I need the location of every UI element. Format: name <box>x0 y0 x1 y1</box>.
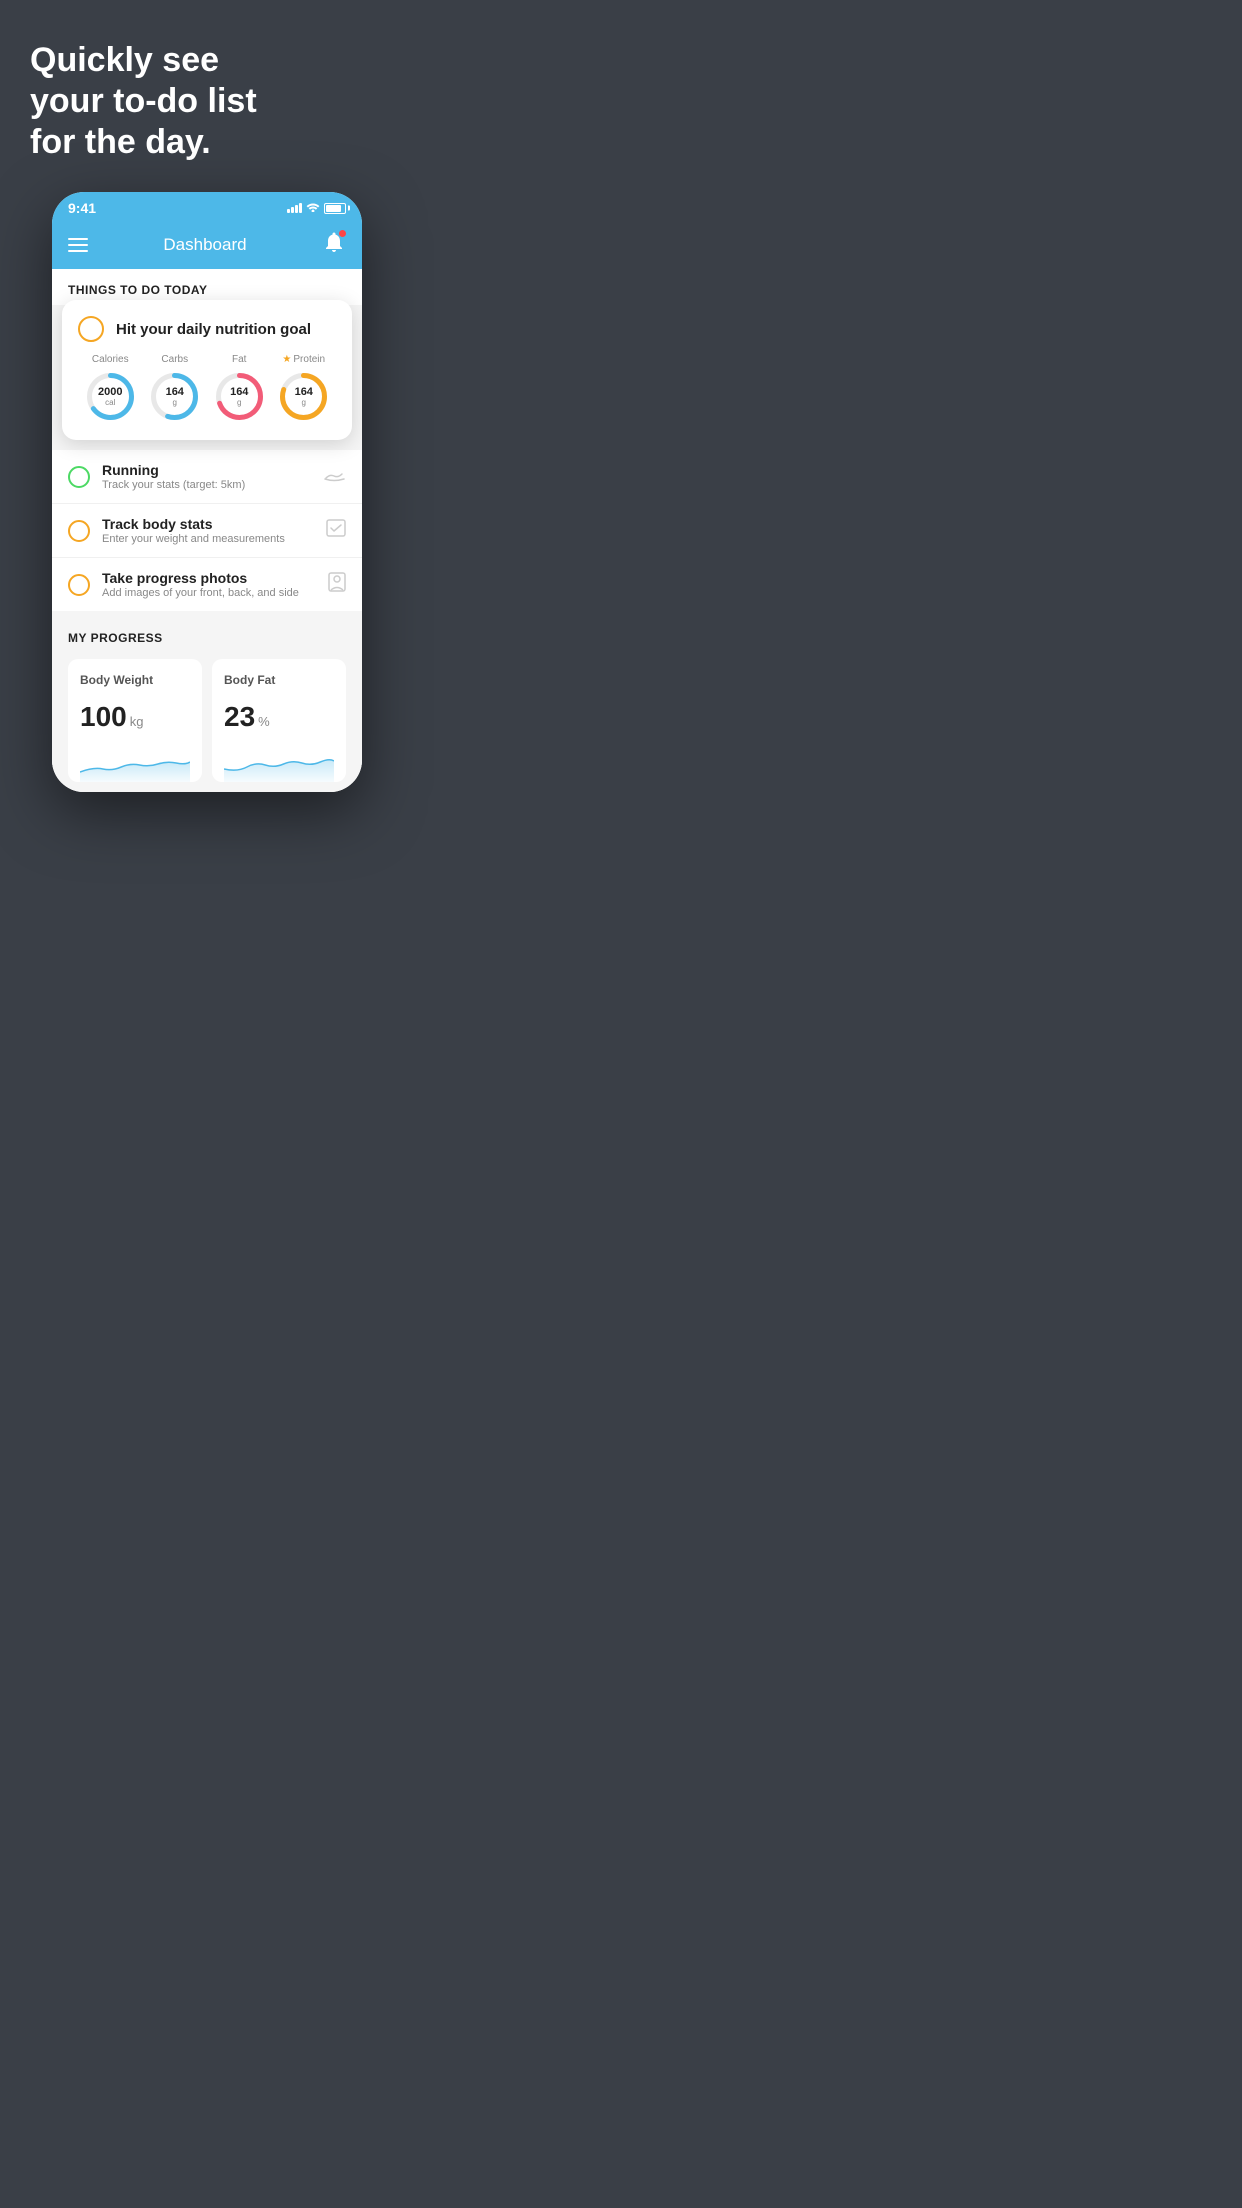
app-content: THINGS TO DO TODAY Hit your daily nutrit… <box>52 269 362 792</box>
body-weight-value: 100 <box>80 701 127 733</box>
fat-value: 164 <box>230 387 248 398</box>
nutrition-check-circle <box>78 316 104 342</box>
calories-unit: cal <box>98 398 122 407</box>
person-icon <box>328 572 346 597</box>
fat-unit: g <box>230 398 248 407</box>
body-stats-text: Track body stats Enter your weight and m… <box>102 516 326 545</box>
list-item-photos[interactable]: Take progress photos Add images of your … <box>52 558 362 611</box>
carbs-label: Carbs <box>161 354 188 365</box>
running-title: Running <box>102 462 324 478</box>
photos-check <box>68 574 90 596</box>
calories-label: Calories <box>92 354 129 365</box>
list-item-running[interactable]: Running Track your stats (target: 5km) <box>52 450 362 504</box>
status-bar: 9:41 <box>52 192 362 220</box>
battery-icon <box>324 203 346 214</box>
progress-cards: Body Weight 100 kg <box>68 659 346 782</box>
body-weight-unit: kg <box>130 714 144 729</box>
running-check <box>68 466 90 488</box>
protein-label: ★ Protein <box>282 354 325 365</box>
body-fat-value: 23 <box>224 701 255 733</box>
bell-icon[interactable] <box>322 230 346 259</box>
phone-frame: 9:41 <box>52 192 362 792</box>
body-fat-card[interactable]: Body Fat 23 % <box>212 659 346 782</box>
progress-title: MY PROGRESS <box>68 631 346 645</box>
wifi-icon <box>306 201 320 215</box>
body-weight-card[interactable]: Body Weight 100 kg <box>68 659 202 782</box>
carbs-unit: g <box>166 398 184 407</box>
status-time: 9:41 <box>68 200 96 216</box>
carbs-value: 164 <box>166 387 184 398</box>
things-to-do-title: THINGS TO DO TODAY <box>68 283 346 297</box>
todo-list: Running Track your stats (target: 5km) T… <box>52 450 362 611</box>
body-fat-chart <box>224 747 334 782</box>
body-stats-check <box>68 520 90 542</box>
carbs-donut: 164 g <box>147 369 202 424</box>
nutrition-protein: ★ Protein 164 g <box>276 354 331 424</box>
card-header-row: Hit your daily nutrition goal <box>78 316 336 342</box>
calories-value: 2000 <box>98 387 122 398</box>
signal-icon <box>287 203 302 213</box>
progress-section: MY PROGRESS Body Weight 100 kg <box>52 611 362 792</box>
list-item-body-stats[interactable]: Track body stats Enter your weight and m… <box>52 504 362 558</box>
body-fat-card-title: Body Fat <box>224 673 334 687</box>
body-stats-title: Track body stats <box>102 516 326 532</box>
protein-star-icon: ★ <box>282 354 291 365</box>
nutrition-card-title: Hit your daily nutrition goal <box>116 321 311 338</box>
running-shoe-icon <box>324 466 346 487</box>
fat-donut: 164 g <box>212 369 267 424</box>
nutrition-card[interactable]: Hit your daily nutrition goal Calories <box>62 300 352 440</box>
protein-unit: g <box>295 398 313 407</box>
body-fat-value-row: 23 % <box>224 701 334 733</box>
nutrition-fat: Fat 164 g <box>212 354 267 424</box>
running-subtitle: Track your stats (target: 5km) <box>102 479 324 491</box>
running-text: Running Track your stats (target: 5km) <box>102 462 324 491</box>
app-background: Quickly see your to-do list for the day.… <box>0 0 414 792</box>
body-weight-chart <box>80 747 190 782</box>
hamburger-menu[interactable] <box>68 238 88 252</box>
body-weight-value-row: 100 kg <box>80 701 190 733</box>
photos-subtitle: Add images of your front, back, and side <box>102 587 328 599</box>
calories-donut: 2000 cal <box>83 369 138 424</box>
scale-icon <box>326 519 346 542</box>
headline-text: Quickly see your to-do list for the day. <box>30 40 384 162</box>
fat-label: Fat <box>232 354 246 365</box>
body-weight-card-title: Body Weight <box>80 673 190 687</box>
nutrition-carbs: Carbs 164 g <box>147 354 202 424</box>
headline-section: Quickly see your to-do list for the day. <box>30 40 384 162</box>
nutrition-grid: Calories 2000 cal <box>78 354 336 424</box>
nav-title: Dashboard <box>163 235 246 255</box>
status-icons <box>287 201 346 215</box>
body-fat-unit: % <box>258 714 270 729</box>
photos-text: Take progress photos Add images of your … <box>102 570 328 599</box>
nutrition-calories: Calories 2000 cal <box>83 354 138 424</box>
photos-title: Take progress photos <box>102 570 328 586</box>
body-stats-subtitle: Enter your weight and measurements <box>102 533 326 545</box>
protein-value: 164 <box>295 387 313 398</box>
protein-donut: 164 g <box>276 369 331 424</box>
nav-bar: Dashboard <box>52 220 362 269</box>
